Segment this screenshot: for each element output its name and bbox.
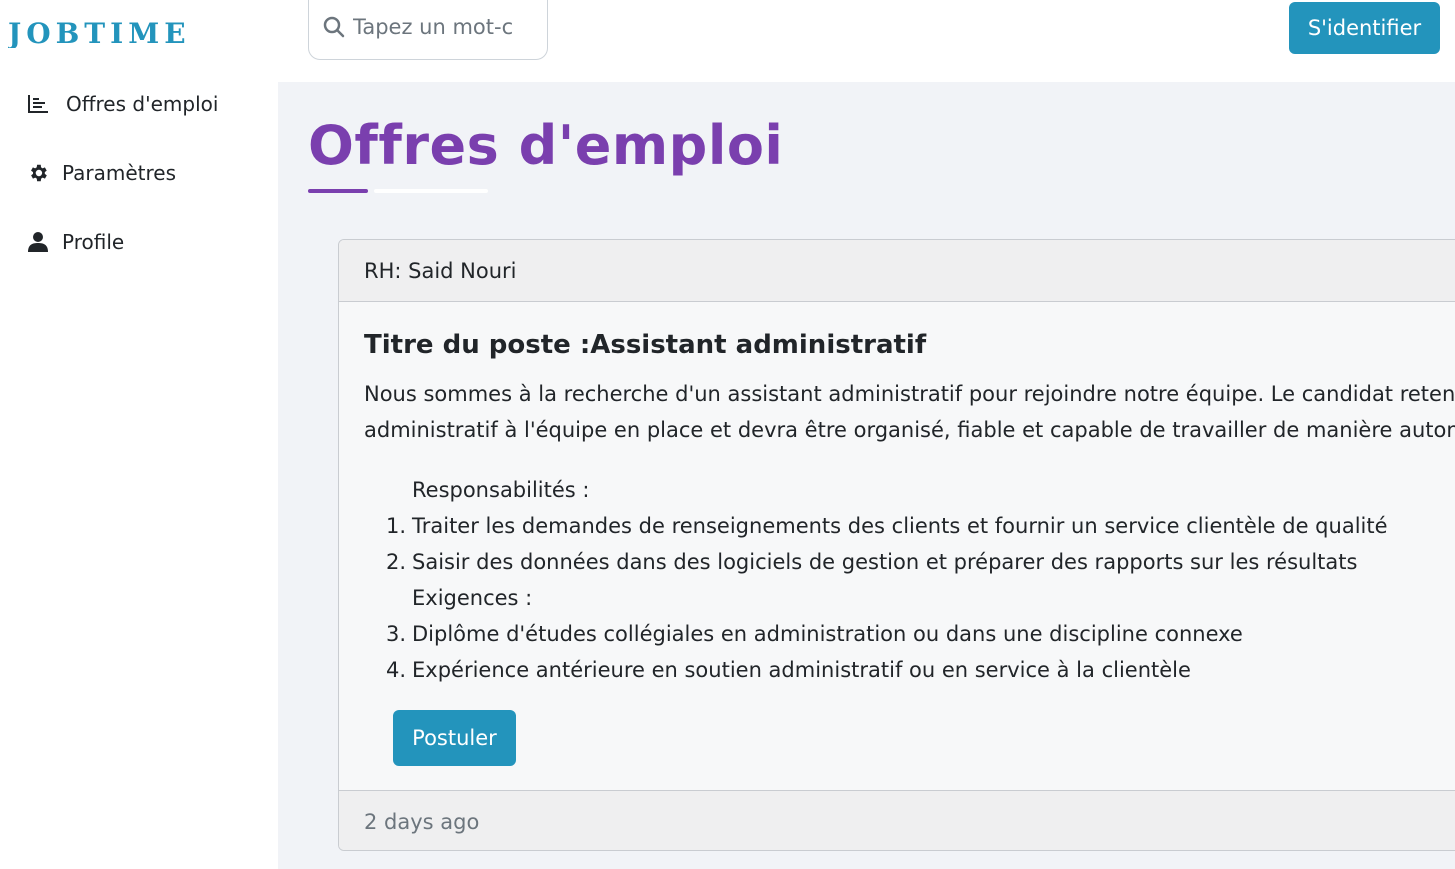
search-box[interactable] xyxy=(308,0,548,60)
sidebar-item-label: Paramètres xyxy=(62,161,177,185)
recruiter-name: RH: Said Nouri xyxy=(364,258,517,283)
title-underline-accent xyxy=(374,189,488,193)
list-item: 2. Saisir des données dans des logiciels … xyxy=(364,544,1388,580)
list-heading: Responsabilités : xyxy=(364,472,1388,508)
jobtime-logo[interactable]: JOBTIME xyxy=(8,18,234,48)
user-icon xyxy=(26,230,50,254)
job-card-header: RH: Said Nouri xyxy=(339,240,1455,302)
top-bar: S'identifier xyxy=(278,0,1455,82)
sidebar-item-label: Profile xyxy=(62,230,125,254)
posted-time: 2 days ago xyxy=(364,809,480,834)
sidebar: JOBTIME Offres d'emploi Paramètres Profi… xyxy=(0,0,278,869)
page-title: Offres d'emploi xyxy=(308,114,784,177)
description-line: Nous sommes à la recherche d'un assistan… xyxy=(364,382,1455,406)
list-number: 4. xyxy=(385,658,406,682)
search-input[interactable] xyxy=(353,15,513,39)
gear-icon xyxy=(26,161,50,185)
list-heading: Exigences : xyxy=(364,580,1388,616)
sidebar-item-profile[interactable]: Profile xyxy=(26,230,124,254)
job-description: Nous sommes à la recherche d'un assistan… xyxy=(364,376,1455,448)
job-card-body: Titre du poste :Assistant administratif … xyxy=(339,302,1455,790)
description-line: administratif à l'équipe en place et dev… xyxy=(364,418,1455,442)
job-card: RH: Said Nouri Titre du poste :Assistant… xyxy=(338,239,1455,851)
search-icon xyxy=(323,16,345,38)
list-item-text: Traiter les demandes de renseignements d… xyxy=(412,514,1388,538)
job-title: Titre du poste :Assistant administratif xyxy=(364,330,927,360)
sidebar-item-parametres[interactable]: Paramètres xyxy=(26,161,176,185)
login-button[interactable]: S'identifier xyxy=(1289,2,1440,54)
list-number: 1. xyxy=(385,514,406,538)
list-item-text: Saisir des données dans des logiciels de… xyxy=(412,550,1358,574)
list-item: 4. Expérience antérieure en soutien admin… xyxy=(364,652,1388,688)
bar-chart-icon xyxy=(26,92,50,116)
title-underline xyxy=(308,189,368,193)
job-card-footer: 2 days ago xyxy=(339,790,1455,850)
apply-button[interactable]: Postuler xyxy=(393,710,516,766)
sidebar-item-offres[interactable]: Offres d'emploi xyxy=(26,92,218,116)
list-number: 2. xyxy=(385,550,406,574)
responsibilities-heading: Responsabilités : xyxy=(412,478,590,502)
sidebar-item-label: Offres d'emploi xyxy=(66,92,219,116)
list-item: 3. Diplôme d'études collégiales en admini… xyxy=(364,616,1388,652)
requirements-heading: Exigences : xyxy=(412,586,533,610)
list-item: 1. Traiter les demandes de renseignements… xyxy=(364,508,1388,544)
job-details-list: Responsabilités : 1. Traiter les demandes… xyxy=(364,472,1388,688)
list-item-text: Expérience antérieure en soutien adminis… xyxy=(412,658,1191,682)
list-number: 3. xyxy=(385,622,406,646)
list-item-text: Diplôme d'études collégiales en administ… xyxy=(412,622,1243,646)
svg-text:JOBTIME: JOBTIME xyxy=(8,18,191,48)
